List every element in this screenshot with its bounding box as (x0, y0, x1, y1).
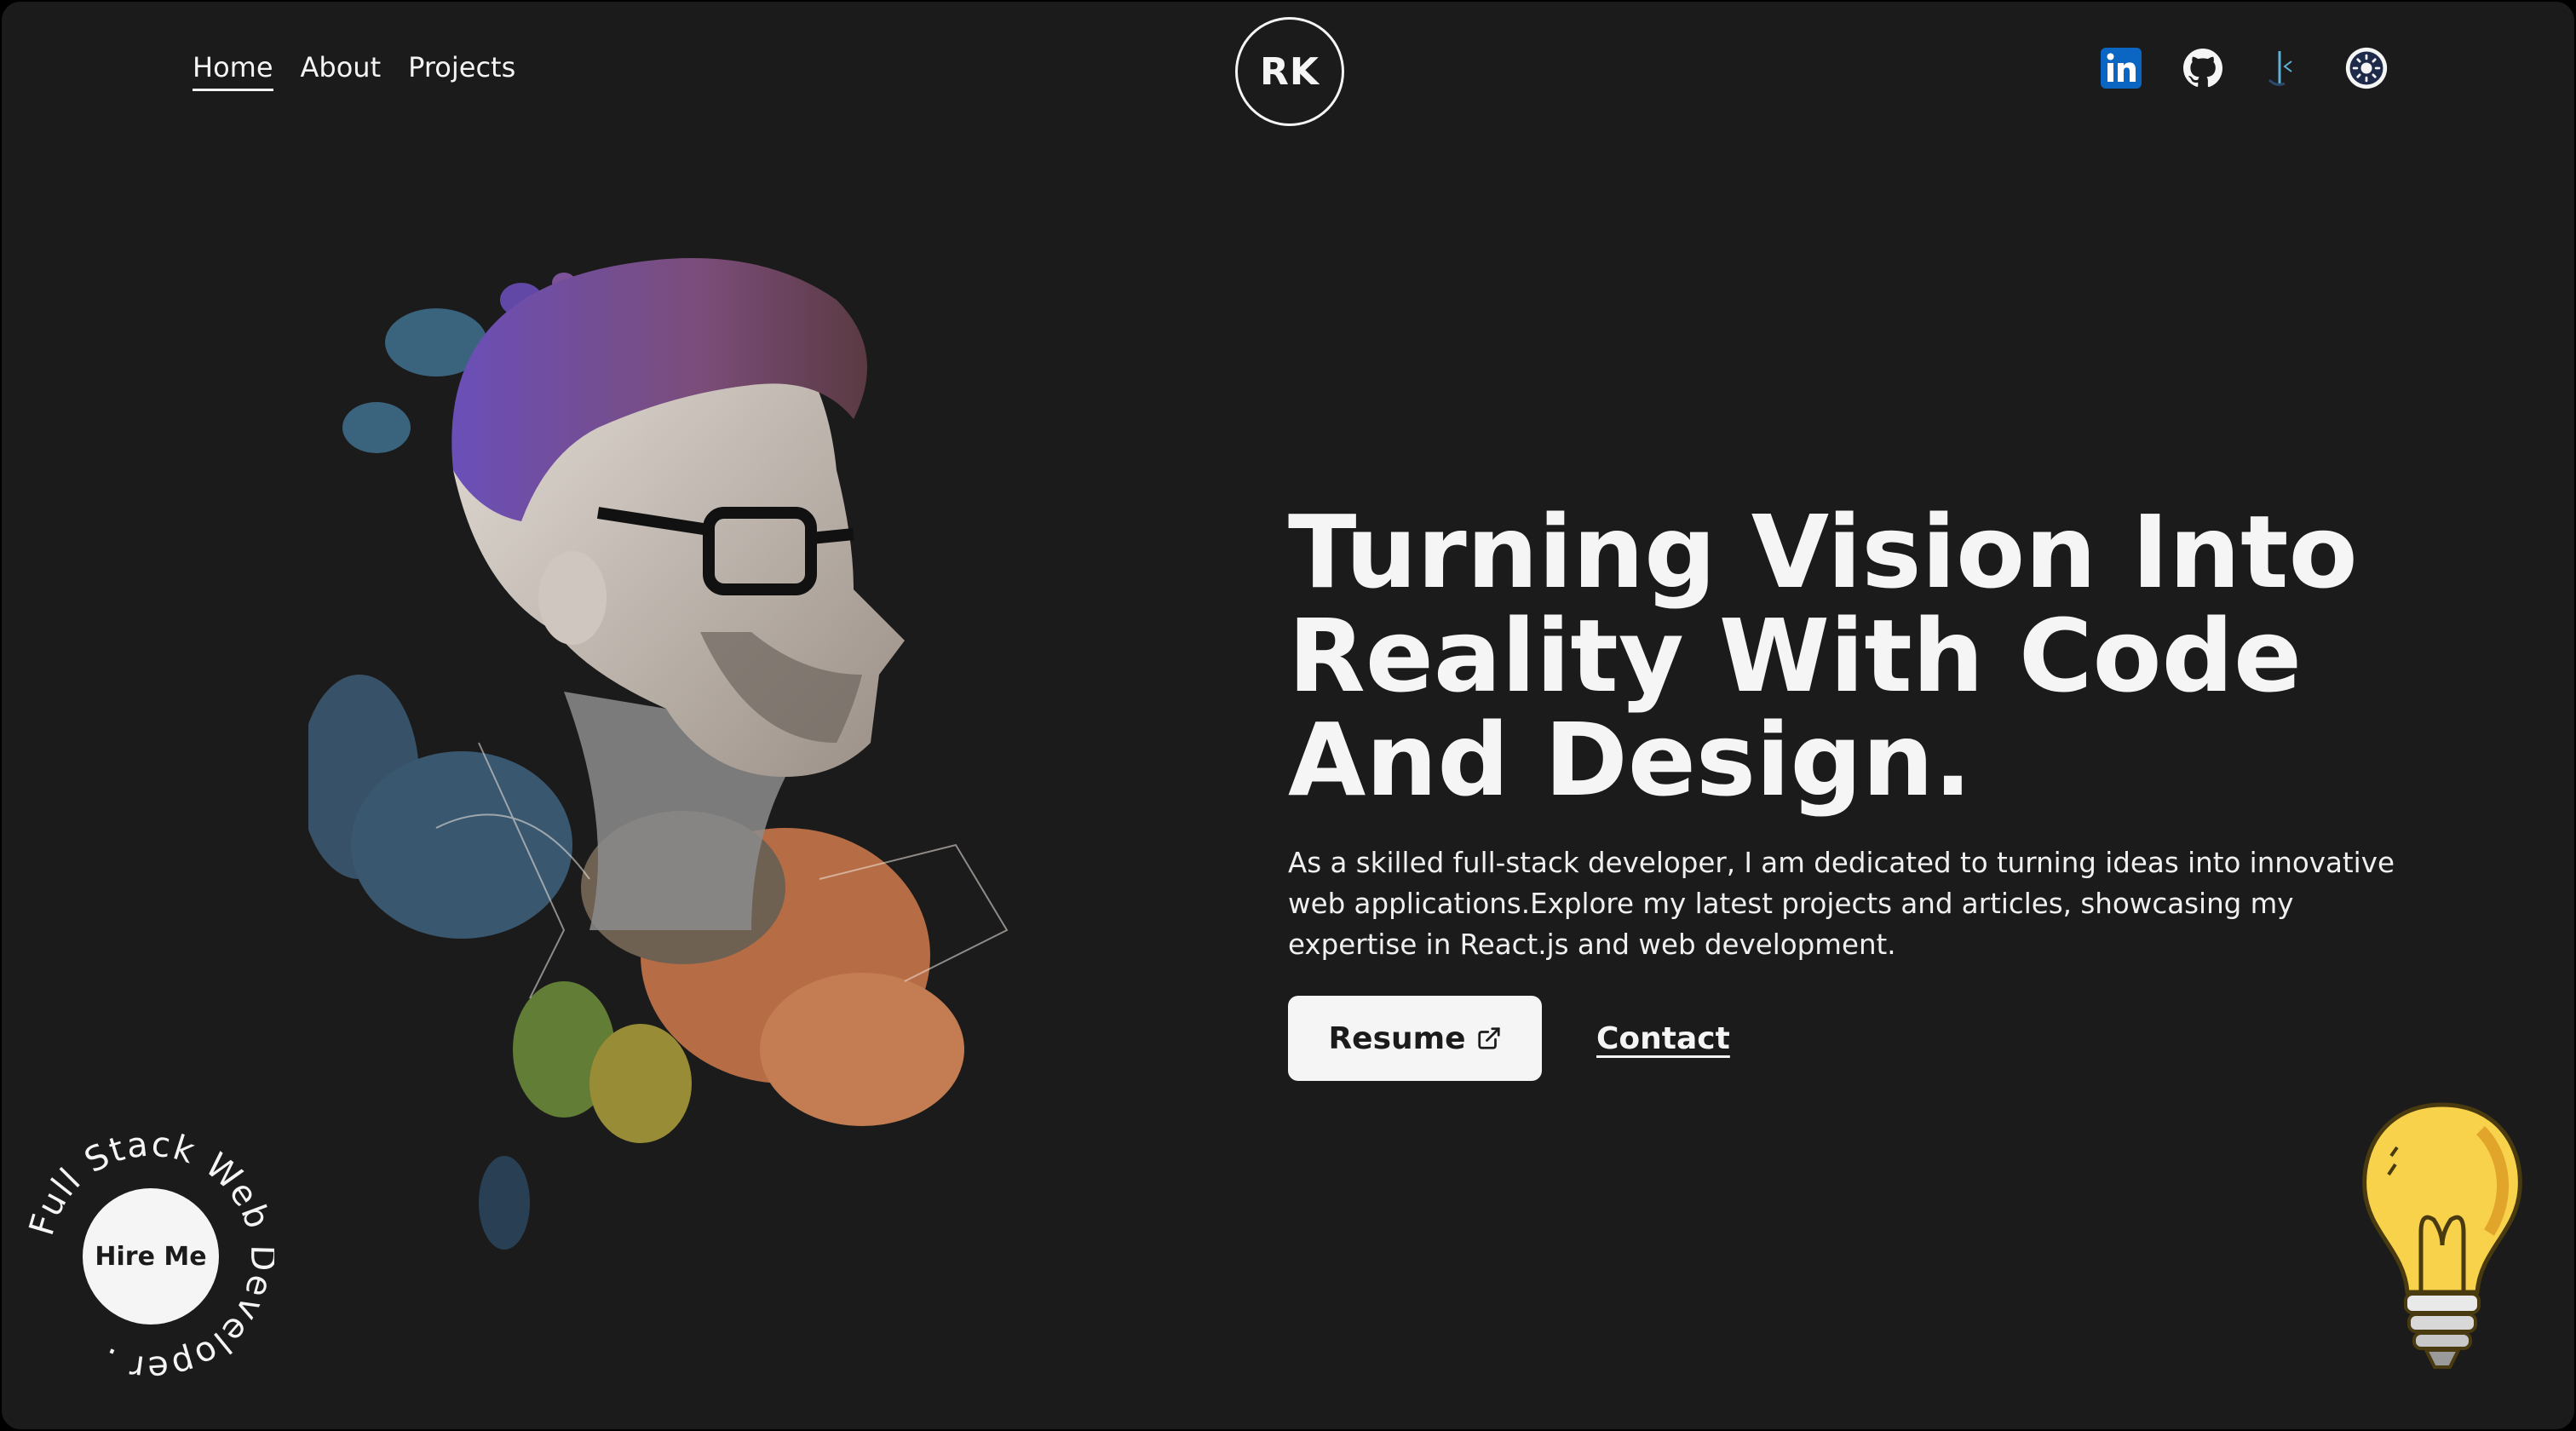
dev-platform-icon[interactable] (2263, 46, 2307, 90)
nav-projects-link[interactable]: Projects (408, 51, 515, 91)
hire-me-badge: Full Stack Web Developer . Hire Me (22, 1124, 280, 1388)
theme-toggle-icon[interactable] (2344, 46, 2389, 90)
external-link-icon (1477, 1027, 1500, 1049)
github-icon[interactable] (2181, 46, 2225, 90)
logo-badge[interactable]: RK (1235, 17, 1344, 126)
hero-headline: Turning Vision Into Reality With Code An… (1288, 500, 2447, 812)
profile-illustration (300, 232, 1075, 1330)
hire-me-button[interactable]: Hire Me (83, 1188, 219, 1325)
page: Home About Projects RK Turning Vision In… (2, 2, 2574, 1429)
primary-nav: Home About Projects (193, 51, 515, 91)
lightbulb-icon (2353, 1096, 2532, 1386)
contact-link[interactable]: Contact (1596, 1021, 1730, 1056)
social-links (2099, 46, 2389, 90)
headline-line-1: Turning Vision Into (1288, 493, 2358, 611)
headline-line-3: And Design. (1288, 701, 1972, 819)
nav-about-link[interactable]: About (301, 51, 382, 91)
nav-home-link[interactable]: Home (193, 51, 273, 91)
hero-actions: Resume Contact (1288, 996, 2447, 1081)
linkedin-icon[interactable] (2099, 46, 2143, 90)
resume-label: Resume (1328, 1020, 1466, 1056)
hero-section: Turning Vision Into Reality With Code An… (1288, 500, 2447, 1081)
headline-line-2: Reality With Code (1288, 597, 2303, 715)
hero-description: As a skilled full-stack developer, I am … (1288, 847, 2395, 961)
resume-button[interactable]: Resume (1288, 996, 1542, 1081)
